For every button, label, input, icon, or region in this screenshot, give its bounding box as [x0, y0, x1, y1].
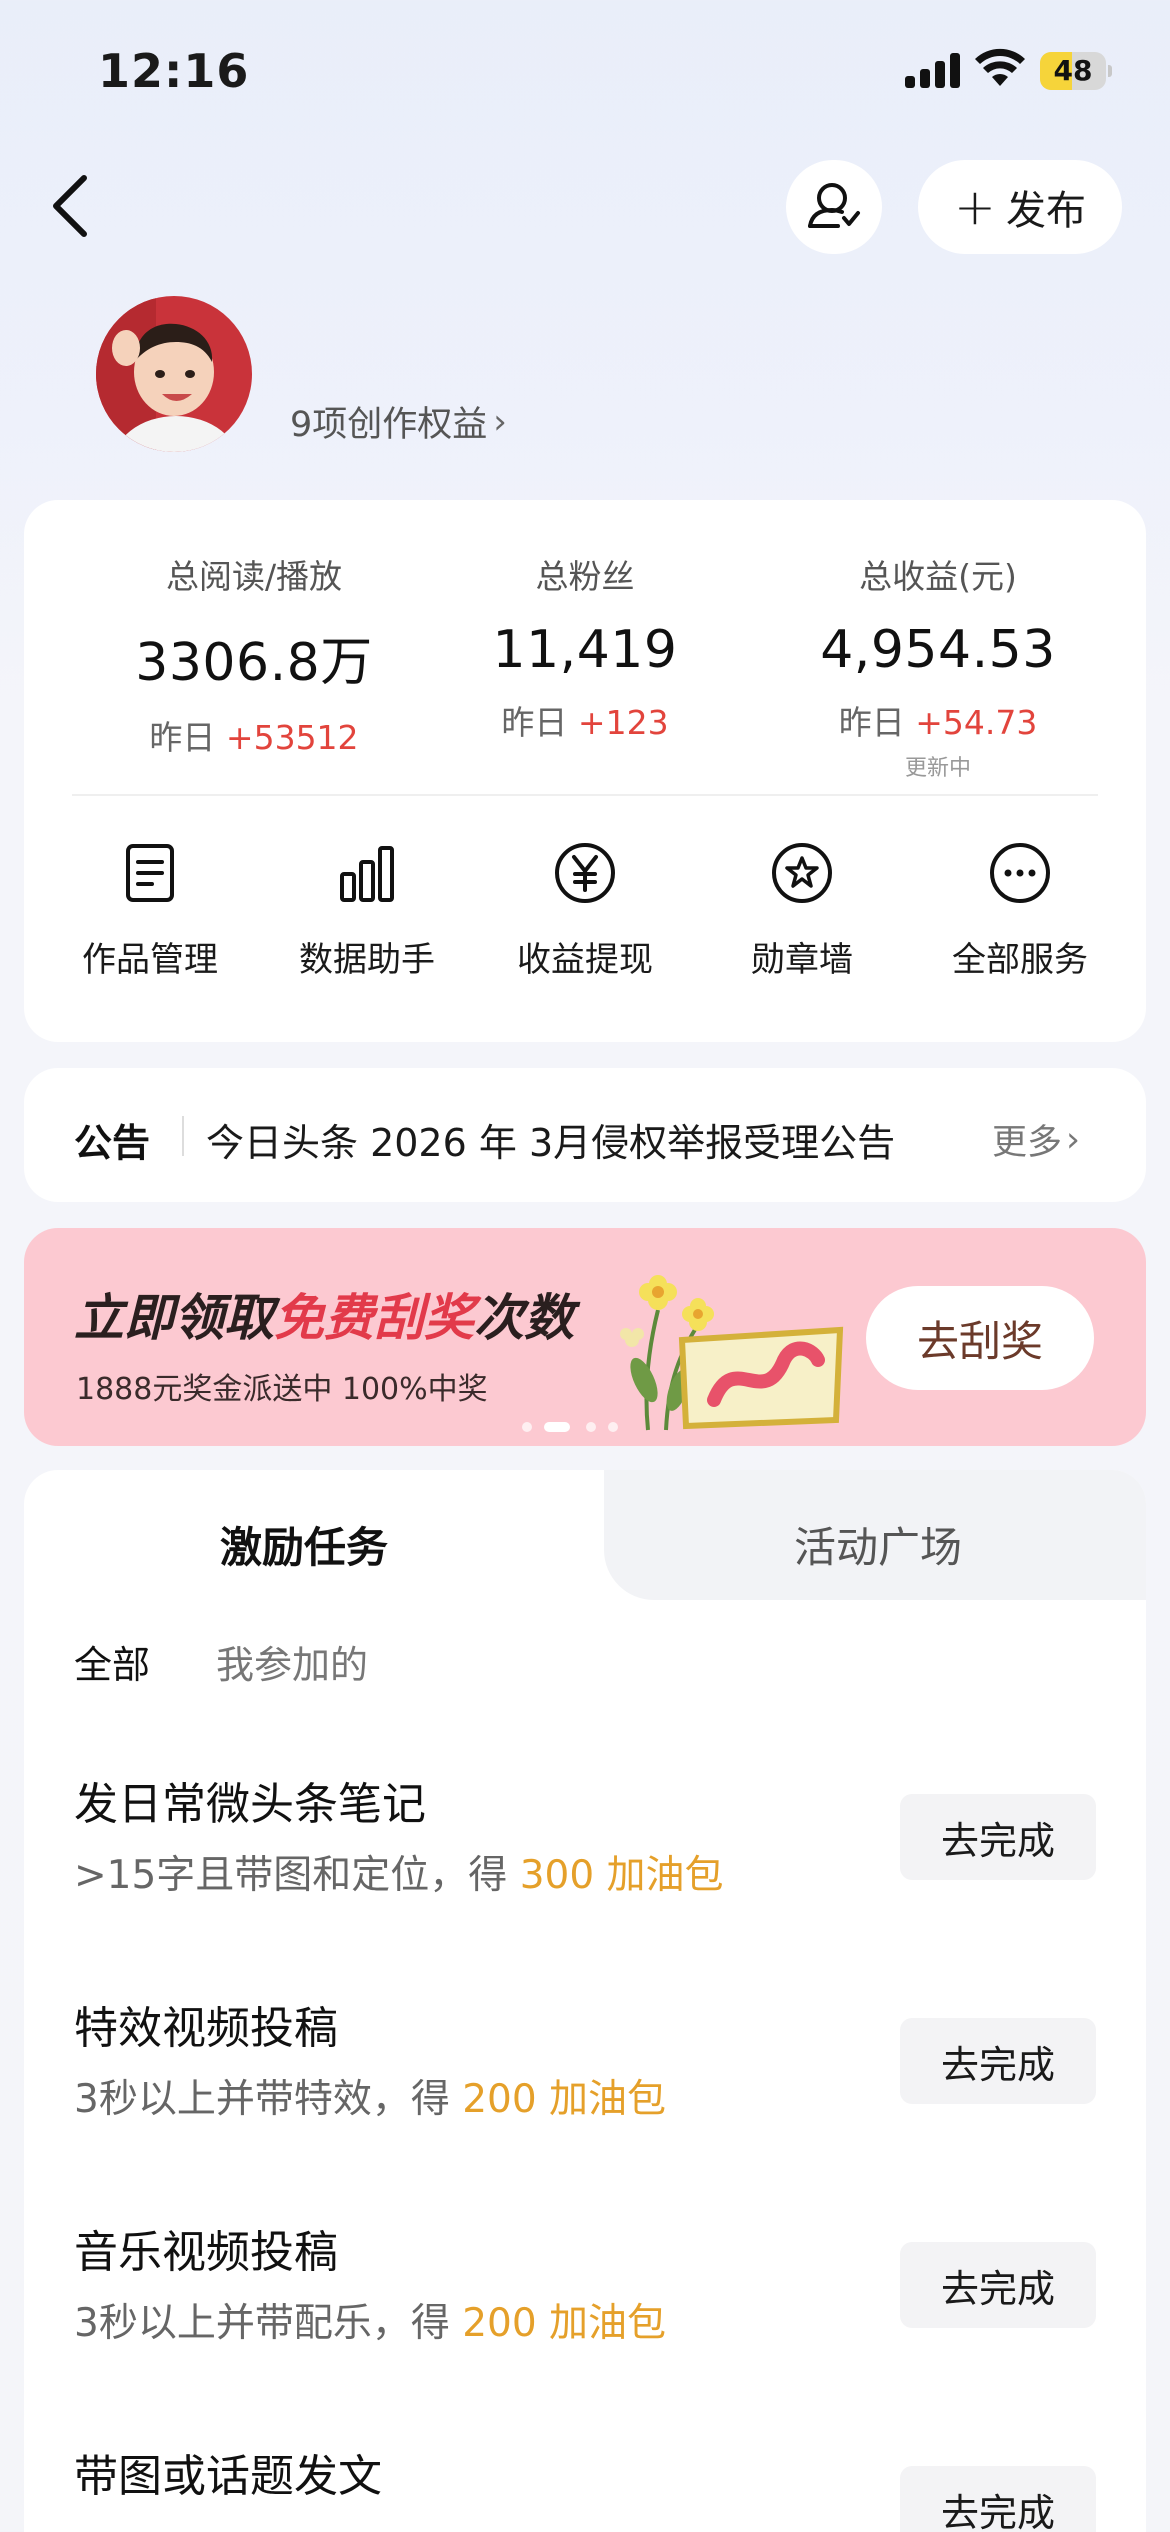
task-complete-button[interactable]: 去完成	[900, 2242, 1096, 2328]
announcement-bar[interactable]: 公告 今日头条 2026 年 3月侵权举报受理公告 更多 ›	[24, 1068, 1146, 1202]
scratch-lottery-button[interactable]: 去刮奖	[866, 1286, 1094, 1390]
carousel-dot-active	[544, 1422, 570, 1432]
more-label: 更多	[992, 1123, 1063, 1163]
bar-chart-icon	[340, 846, 394, 902]
cellular-signal-icon	[905, 52, 961, 88]
task-title: 特效视频投稿	[74, 2003, 338, 2054]
document-icon	[126, 844, 174, 902]
filter-joined[interactable]: 我参加的	[216, 1634, 368, 1689]
announcement-title: 公告	[74, 1121, 151, 1165]
task-item: 音乐视频投稿 3秒以上并带配乐，得 200 加油包 去完成	[24, 2216, 1146, 2396]
tab-activity-square[interactable]: 活动广场	[794, 1514, 962, 1575]
stat-total-earnings[interactable]: 总收益(元) 4,954.53 昨日 +54.73 更新中	[758, 550, 1118, 782]
banner-subtitle: 1888元奖金派送中 100%中奖	[76, 1372, 488, 1407]
stats-card: 总阅读/播放 3306.8万 昨日 +53512 总粉丝 11,419 昨日 +…	[24, 500, 1146, 1042]
more-icon	[990, 843, 1050, 903]
stat-change: 昨日 +123	[501, 703, 669, 742]
carousel-dot	[608, 1422, 618, 1432]
follow-user-button[interactable]	[786, 160, 882, 254]
back-button[interactable]	[44, 170, 100, 242]
service-data-assistant[interactable]: 数据助手	[267, 840, 467, 981]
service-earnings-withdraw[interactable]: 收益提现	[485, 840, 685, 981]
service-badge-wall[interactable]: 勋章墙	[702, 840, 902, 981]
creator-rights-link[interactable]: 9项创作权益 ›	[290, 396, 507, 447]
divider	[72, 794, 1098, 796]
task-complete-button[interactable]: 去完成	[900, 2018, 1096, 2104]
stat-change: 昨日 +53512	[149, 718, 359, 757]
announcement-more-link[interactable]: 更多 ›	[992, 1114, 1080, 1165]
status-bar: 12:16 48	[0, 0, 1170, 140]
battery-icon: 48	[1040, 52, 1112, 90]
filter-all[interactable]: 全部	[74, 1634, 150, 1689]
carousel-dots	[522, 1418, 642, 1432]
service-label: 作品管理	[82, 940, 218, 980]
stat-total-reads[interactable]: 总阅读/播放 3306.8万 昨日 +53512	[74, 550, 434, 759]
wifi-icon	[975, 48, 1025, 86]
announcement-text: 今日头条 2026 年 3月侵权举报受理公告	[206, 1121, 896, 1165]
chevron-right-icon: ›	[493, 401, 507, 442]
carousel-dot	[586, 1422, 596, 1432]
task-complete-button[interactable]: 去完成	[900, 2466, 1096, 2532]
stat-value: 4,954.53	[820, 620, 1056, 680]
scratch-lottery-button-label: 去刮奖	[916, 1316, 1043, 1366]
task-desc: >15字且带图和定位，得 300 加油包	[74, 1853, 724, 1898]
stat-label: 总收益(元)	[859, 557, 1017, 596]
stat-label: 总粉丝	[535, 557, 635, 596]
carousel-dot	[522, 1422, 532, 1432]
service-label: 收益提现	[517, 940, 653, 980]
avatar[interactable]	[96, 296, 252, 452]
badge-icon	[772, 843, 832, 903]
service-all-services[interactable]: 全部服务	[920, 840, 1120, 981]
task-desc: 3秒以上并带配乐，得 200 加油包	[74, 2301, 667, 2346]
tasks-section: 激励任务 活动广场 全部 我参加的 发日常微头条笔记 >15字且带图和定位，得 …	[24, 1470, 1146, 2532]
task-complete-button[interactable]: 去完成	[900, 1794, 1096, 1880]
publish-button[interactable]: + 发布	[918, 160, 1122, 254]
task-item: 带图或话题发文 去完成	[24, 2440, 1146, 2532]
task-title: 音乐视频投稿	[74, 2227, 338, 2278]
task-item: 发日常微头条笔记 >15字且带图和定位，得 300 加油包 去完成	[24, 1768, 1146, 1948]
task-item: 特效视频投稿 3秒以上并带特效，得 200 加油包 去完成	[24, 1992, 1146, 2172]
stat-updating-note: 更新中	[904, 756, 971, 781]
creator-rights-label: 9项创作权益	[290, 405, 488, 445]
stat-change: 昨日 +54.73	[838, 703, 1038, 742]
task-title: 发日常微头条笔记	[74, 1779, 426, 1830]
plus-icon: +	[954, 178, 996, 236]
publish-label: 发布	[1005, 188, 1086, 234]
battery-level: 48	[1053, 54, 1093, 87]
flower-ticket-illustration	[620, 1275, 844, 1431]
yuan-icon	[555, 843, 615, 903]
divider	[182, 1116, 184, 1156]
service-label: 数据助手	[299, 940, 435, 980]
tab-incentive-tasks[interactable]: 激励任务	[220, 1514, 388, 1575]
user-check-icon	[808, 183, 860, 228]
service-label: 全部服务	[952, 940, 1088, 980]
task-desc: 3秒以上并带特效，得 200 加油包	[74, 2077, 667, 2122]
chevron-right-icon: ›	[1066, 1119, 1081, 1160]
task-title: 带图或话题发文	[74, 2451, 382, 2502]
stat-label: 总阅读/播放	[165, 557, 343, 596]
stat-value: 3306.8万	[135, 633, 373, 693]
banner-title: 立即领取免费刮奖次数	[74, 1288, 574, 1347]
service-works-management[interactable]: 作品管理	[50, 840, 250, 981]
service-label: 勋章墙	[751, 940, 853, 980]
status-time: 12:16	[98, 44, 250, 98]
stat-value: 11,419	[492, 620, 678, 680]
scratch-lottery-banner[interactable]: 立即领取免费刮奖次数 1888元奖金派送中 100%中奖 去刮奖	[24, 1228, 1146, 1446]
stat-total-fans[interactable]: 总粉丝 11,419 昨日 +123	[405, 550, 765, 744]
